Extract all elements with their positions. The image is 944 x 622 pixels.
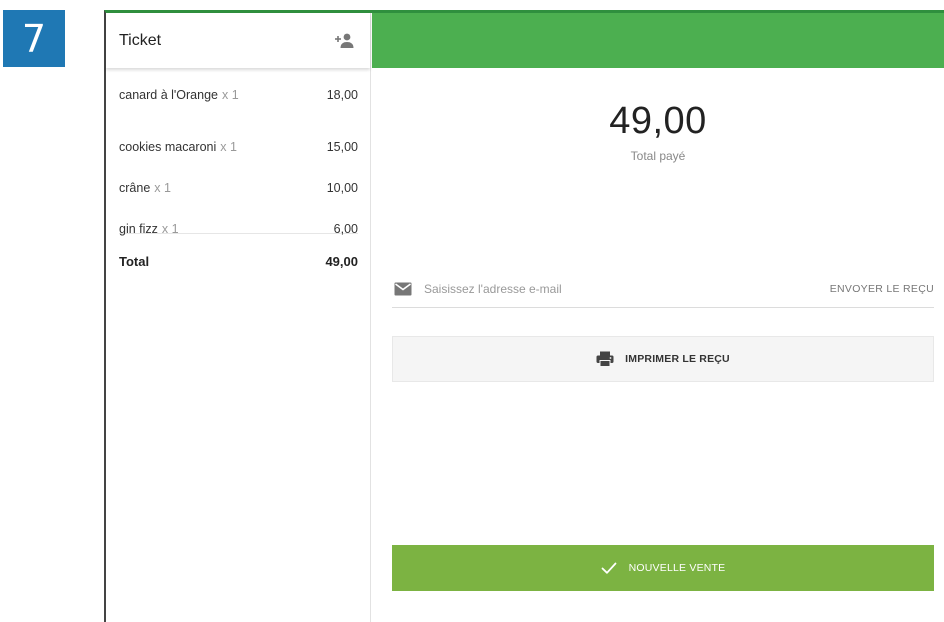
ticket-header: Ticket: [106, 13, 370, 68]
ticket-title: Ticket: [119, 31, 162, 49]
email-receipt-row: ENVOYER LE REÇU: [392, 278, 934, 308]
item-qty: x 1: [221, 88, 239, 102]
payment-panel: 49,00 Total payé ENVOYER LE REÇU IMPRIME…: [372, 13, 944, 622]
ticket-lines: canard à l'Orange x 1 18,00 cookies macar…: [106, 68, 370, 269]
item-name: canard à l'Orange: [119, 88, 218, 102]
add-customer-icon[interactable]: [334, 32, 356, 50]
app-window: Ticket canard à l'Orange x 1 18,00 cookie…: [104, 10, 944, 622]
item-qty: x 1: [154, 180, 171, 195]
item-name: gin fizz: [119, 221, 158, 236]
ticket-total-value: 49,00: [325, 254, 358, 269]
new-sale-button[interactable]: NOUVELLE VENTE: [392, 545, 934, 591]
item-price: 18,00: [326, 88, 358, 102]
send-receipt-button[interactable]: ENVOYER LE REÇU: [830, 283, 934, 295]
item-qty: x 1: [220, 139, 237, 154]
check-icon: [601, 562, 617, 574]
ticket-line[interactable]: cookies macaroni x 1 15,00: [119, 126, 358, 167]
mail-icon: [394, 282, 412, 295]
ticket-line[interactable]: crâne x 1 10,00: [119, 167, 358, 208]
item-name: cookies macaroni: [119, 139, 217, 154]
print-receipt-label: IMPRIMER LE REÇU: [625, 353, 730, 365]
ticket-line[interactable]: gin fizz x 1 6,00: [119, 208, 358, 249]
printer-icon: [596, 351, 614, 367]
ticket-total-label: Total: [119, 254, 150, 269]
print-receipt-button[interactable]: IMPRIMER LE REÇU: [392, 336, 934, 382]
item-price: 6,00: [333, 221, 358, 236]
ticket-panel: Ticket canard à l'Orange x 1 18,00 cookie…: [106, 13, 371, 622]
item-name: crâne: [119, 180, 151, 195]
total-paid-amount: 49,00: [609, 100, 707, 142]
email-input[interactable]: [424, 281, 830, 296]
item-price: 10,00: [326, 180, 358, 195]
item-price: 15,00: [326, 139, 358, 154]
step-badge: 7: [3, 10, 65, 67]
total-paid-label: Total payé: [630, 149, 686, 163]
item-qty: x 1: [161, 221, 179, 236]
payment-header: [372, 13, 944, 68]
ticket-total: Total 49,00: [119, 254, 358, 269]
ticket-line[interactable]: canard à l'Orange x 1 18,00: [119, 85, 358, 105]
new-sale-label: NOUVELLE VENTE: [628, 562, 726, 574]
